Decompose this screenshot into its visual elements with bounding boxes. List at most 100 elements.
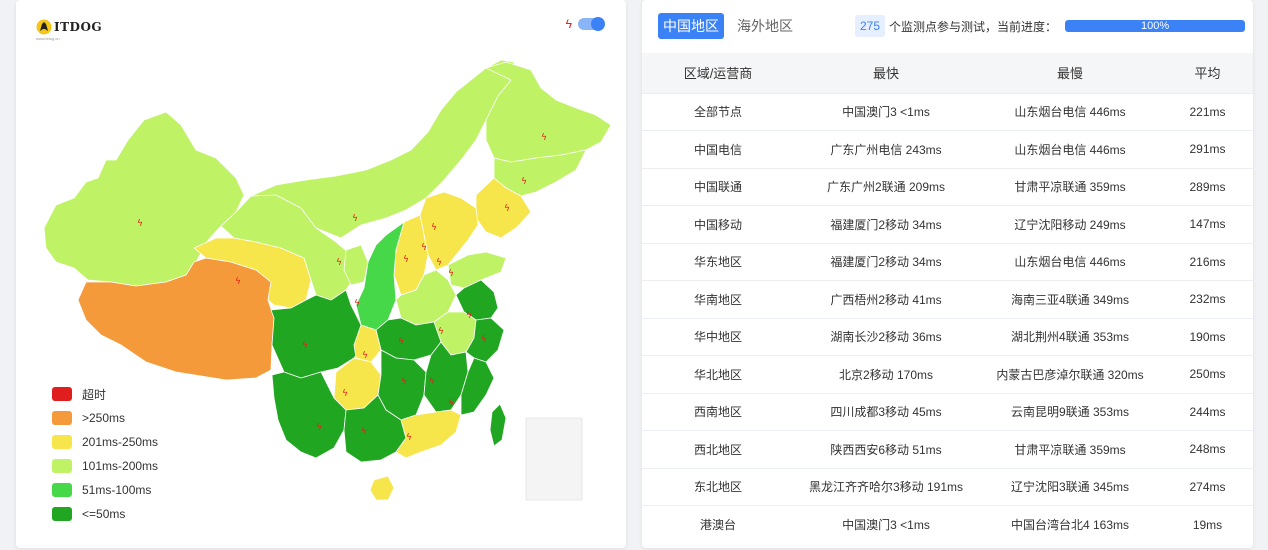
dog-logo-icon	[36, 19, 52, 35]
cell-slowest: 山东烟台电信 446ms	[978, 130, 1162, 168]
switch-knob	[591, 17, 605, 31]
legend-swatch	[52, 483, 72, 497]
region-heilongjiang[interactable]	[485, 61, 612, 163]
legend-item[interactable]: >250ms	[52, 406, 158, 430]
cell-slowest: 云南昆明9联通 353ms	[978, 392, 1162, 431]
bolt-icon: ϟ	[436, 258, 442, 268]
legend-item[interactable]: 超时	[52, 382, 158, 406]
cell-average: 232ms	[1162, 280, 1253, 318]
cell-fastest: 陕西西安6移动 51ms	[794, 430, 978, 468]
cell-region: 全部节点	[642, 92, 794, 131]
bolt-icon: ϟ	[504, 204, 510, 214]
logo-text: ITDOG	[54, 20, 103, 34]
legend-item[interactable]: 201ms-250ms	[52, 430, 158, 454]
cell-region: 西南地区	[642, 392, 794, 431]
legend-swatch	[52, 411, 72, 425]
bolt-icon: ϟ	[438, 327, 444, 337]
legend-label: <=50ms	[82, 507, 126, 521]
cell-average: 250ms	[1162, 355, 1253, 393]
bolt-icon: ϟ	[362, 351, 368, 361]
cell-average: 289ms	[1162, 167, 1253, 206]
table-row: 华南地区 广西梧州2移动 41ms 海南三亚4联通 349ms 232ms	[642, 280, 1253, 318]
cell-slowest: 中国台湾台北4 163ms	[978, 505, 1162, 543]
timeout-toggle-switch[interactable]	[578, 17, 605, 31]
header-slowest: 最慢	[978, 53, 1162, 93]
cell-average: 19ms	[1162, 505, 1253, 543]
cell-region: 中国联通	[642, 167, 794, 206]
cell-slowest: 山东烟台电信 446ms	[978, 242, 1162, 281]
bolt-icon: ϟ	[401, 377, 407, 387]
legend-swatch	[52, 507, 72, 521]
itdog-logo: ITDOG	[36, 18, 102, 36]
legend-item[interactable]: 51ms-100ms	[52, 478, 158, 502]
legend-label: 201ms-250ms	[82, 435, 159, 449]
timeout-toggle-group: ϟ	[565, 17, 605, 31]
table-row: 华北地区 北京2移动 170ms 内蒙古巴彦淖尔联通 320ms 250ms	[642, 355, 1253, 393]
cell-fastest: 福建厦门2移动 34ms	[794, 242, 978, 281]
bolt-icon: ϟ	[316, 423, 322, 433]
cell-slowest: 辽宁沈阳3联通 345ms	[978, 467, 1162, 506]
table-row: 港澳台 中国澳门3 <1ms 中国台湾台北4 163ms 19ms	[642, 505, 1253, 543]
bolt-icon: ϟ	[342, 389, 348, 399]
header-region: 区域/运营商	[642, 53, 794, 93]
cell-average: 216ms	[1162, 242, 1253, 281]
table-header-row: 区域/运营商 最快 最慢 平均	[642, 53, 1253, 93]
bolt-icon: ϟ	[336, 258, 342, 268]
bolt-icon: ϟ	[403, 255, 409, 265]
legend-swatch	[52, 387, 72, 401]
legend-item[interactable]: <=50ms	[52, 502, 158, 526]
table-row: 中国电信 广东广州电信 243ms 山东烟台电信 446ms 291ms	[642, 130, 1253, 168]
cell-average: 190ms	[1162, 317, 1253, 356]
region-hainan[interactable]	[369, 475, 395, 501]
table-row: 中国移动 福建厦门2移动 34ms 辽宁沈阳移动 249ms 147ms	[642, 205, 1253, 243]
progress-text: 个监测点参与测试，当前进度：	[889, 19, 1058, 34]
cell-region: 东北地区	[642, 467, 794, 506]
cell-average: 274ms	[1162, 467, 1253, 506]
cell-fastest: 福建厦门2移动 34ms	[794, 205, 978, 243]
cell-fastest: 北京2移动 170ms	[794, 355, 978, 393]
bolt-icon: ϟ	[565, 17, 572, 31]
cell-fastest: 湖南长沙2移动 36ms	[794, 317, 978, 356]
cell-fastest: 广西梧州2移动 41ms	[794, 280, 978, 318]
bolt-icon: ϟ	[521, 177, 527, 187]
results-header: 中国地区 海外地区 275 个监测点参与测试，当前进度： 100%	[642, 0, 1253, 52]
south-china-sea-inset	[525, 417, 583, 501]
table-row: 西南地区 四川成都3移动 45ms 云南昆明9联通 353ms 244ms	[642, 392, 1253, 431]
table-row: 全部节点 中国澳门3 <1ms 山东烟台电信 446ms 221ms	[642, 92, 1253, 131]
results-table: 区域/运营商 最快 最慢 平均 全部节点 中国澳门3 <1ms 山东烟台电信 4…	[642, 53, 1253, 543]
tab-overseas[interactable]: 海外地区	[732, 13, 798, 39]
node-count-badge: 275	[855, 15, 886, 37]
cell-region: 港澳台	[642, 505, 794, 543]
cell-slowest: 甘肃平凉联通 359ms	[978, 167, 1162, 206]
region-taiwan[interactable]	[489, 403, 507, 447]
table-row: 东北地区 黑龙江齐齐哈尔3移动 191ms 辽宁沈阳3联通 345ms 274m…	[642, 467, 1253, 506]
legend-label: 51ms-100ms	[82, 483, 152, 497]
cell-region: 中国电信	[642, 130, 794, 168]
cell-slowest: 辽宁沈阳移动 249ms	[978, 205, 1162, 243]
bolt-icon: ϟ	[406, 433, 412, 443]
header-average: 平均	[1162, 53, 1253, 93]
legend-swatch	[52, 459, 72, 473]
cell-region: 中国移动	[642, 205, 794, 243]
legend-item[interactable]: 101ms-200ms	[52, 454, 158, 478]
cell-region: 西北地区	[642, 430, 794, 468]
cell-slowest: 甘肃平凉联通 359ms	[978, 430, 1162, 468]
bolt-icon: ϟ	[466, 311, 472, 321]
cell-average: 244ms	[1162, 392, 1253, 431]
table-row: 中国联通 广东广州2联通 209ms 甘肃平凉联通 359ms 289ms	[642, 167, 1253, 206]
cell-slowest: 海南三亚4联通 349ms	[978, 280, 1162, 318]
cell-fastest: 四川成都3移动 45ms	[794, 392, 978, 431]
cell-slowest: 湖北荆州4联通 353ms	[978, 317, 1162, 356]
cell-average: 221ms	[1162, 92, 1253, 131]
tab-domestic[interactable]: 中国地区	[658, 13, 724, 39]
bolt-icon: ϟ	[398, 337, 404, 347]
legend-swatch	[52, 435, 72, 449]
progress-bar: 100%	[1065, 20, 1246, 32]
bolt-icon: ϟ	[235, 277, 241, 287]
progress-label: 100%	[1140, 20, 1170, 32]
bolt-icon: ϟ	[429, 377, 435, 387]
bolt-icon: ϟ	[302, 341, 308, 351]
legend-label: 超时	[82, 387, 107, 402]
legend-label: >250ms	[82, 411, 126, 425]
cell-fastest: 广东广州电信 243ms	[794, 130, 978, 168]
